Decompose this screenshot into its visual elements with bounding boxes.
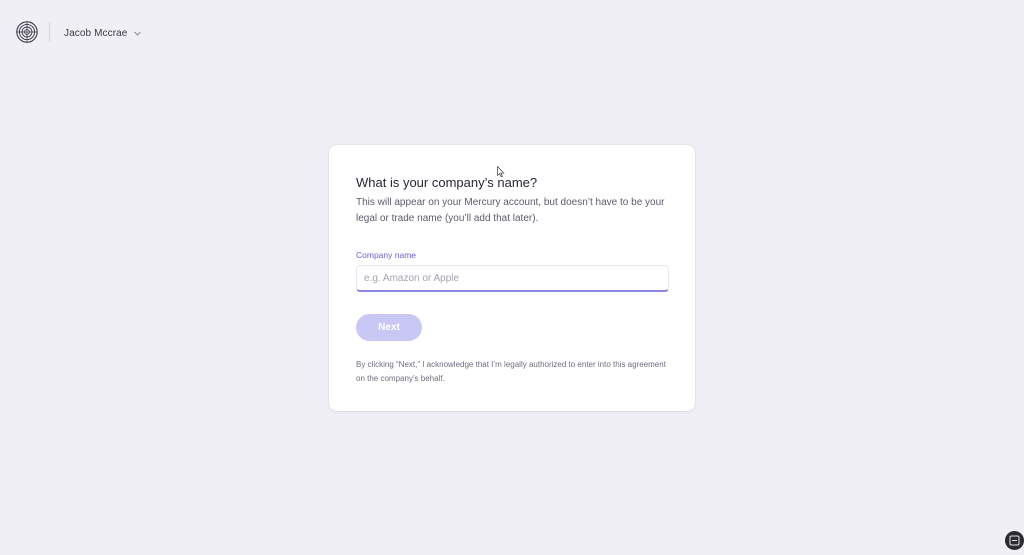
user-name: Jacob Mccrae — [64, 27, 128, 39]
chevron-down-icon — [134, 31, 142, 36]
company-name-label: Company name — [356, 250, 417, 260]
page-title: What is your company’s name? — [356, 175, 538, 190]
screen-capture-icon[interactable] — [1005, 531, 1024, 550]
next-button[interactable]: Next — [356, 314, 422, 341]
header-divider — [49, 22, 50, 42]
form-description: This will appear on your Mercury account… — [356, 197, 665, 224]
legal-disclaimer: By clicking “Next,” I acknowledge that I… — [356, 360, 666, 383]
top-bar: Jacob Mccrae — [0, 0, 1024, 64]
company-name-input[interactable] — [356, 265, 669, 292]
user-menu[interactable]: Jacob Mccrae — [64, 25, 142, 41]
mercury-logo-icon[interactable] — [16, 21, 38, 43]
company-name-card: What is your company’s name? This will a… — [329, 145, 695, 411]
mouse-cursor-icon — [497, 166, 505, 178]
